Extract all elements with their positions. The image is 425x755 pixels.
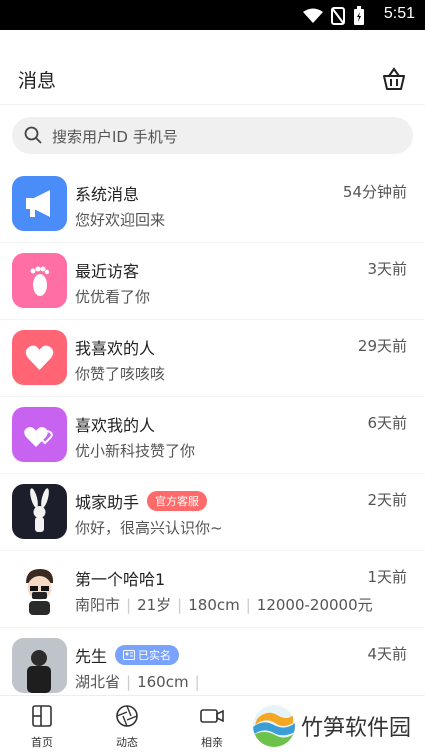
item-preview: 优优看了你 <box>75 288 151 306</box>
list-item-liked-me[interactable]: 喜欢我的人 优小新科技赞了你 6天前 <box>0 397 425 474</box>
search-icon <box>24 126 42 144</box>
message-list: 系统消息 您好欢迎回来 54分钟前 最近访客 优优看了你 3天前 我喜欢的人 你… <box>0 166 425 705</box>
detail-location: 湖北省 <box>75 673 121 691</box>
avatar <box>12 176 67 231</box>
photo-avatar <box>12 638 67 693</box>
list-item-system[interactable]: 系统消息 您好欢迎回来 54分钟前 <box>0 166 425 243</box>
header: 消息 <box>0 30 425 105</box>
item-name: 系统消息 <box>75 185 140 204</box>
no-sim-icon <box>331 7 345 25</box>
separator: | <box>177 596 183 614</box>
list-item-visitors[interactable]: 最近访客 优优看了你 3天前 <box>0 243 425 320</box>
hearts-icon <box>24 427 53 447</box>
item-name: 城家助手 官方客服 <box>75 489 208 513</box>
item-time: 3天前 <box>367 260 407 278</box>
list-item-user[interactable]: 第一个哈哈1 南阳市 | 21岁 | 180cm | 12000-20000元 1天前 <box>0 551 425 628</box>
verified-badge: 已实名 <box>115 645 180 665</box>
avatar <box>12 407 67 462</box>
detail-age: 21岁 <box>137 596 172 614</box>
id-card-icon <box>123 650 136 660</box>
aperture-icon <box>116 705 138 727</box>
heart-icon <box>25 345 54 370</box>
item-details: 南阳市 | 21岁 | 180cm | 12000-20000元 <box>75 594 373 615</box>
separator: | <box>194 673 200 691</box>
avatar <box>12 253 67 308</box>
tab-label: 相亲 <box>201 736 223 749</box>
watermark-logo-icon <box>252 705 295 747</box>
item-time: 1天前 <box>367 568 407 586</box>
footprint-icon <box>30 266 50 296</box>
item-name: 最近访客 <box>75 262 140 281</box>
video-icon <box>200 709 224 723</box>
item-time: 6天前 <box>367 414 407 432</box>
list-item-assistant[interactable]: 城家助手 官方客服 你好，很高兴认识你~ 2天前 <box>0 474 425 551</box>
home-icon <box>32 705 52 727</box>
avatar <box>12 638 67 693</box>
list-item-user[interactable]: 先生 已实名 湖北省 | 160cm | 4天前 <box>0 628 425 705</box>
bottom-tab-bar: 首页 动态 相亲 竹笋软件园 <box>0 695 425 755</box>
watermark: 竹笋软件园 <box>252 705 411 747</box>
detail-height: 180cm <box>188 596 240 614</box>
search-input[interactable]: 搜索用户ID 手机号 <box>12 117 413 154</box>
battery-icon <box>354 6 364 25</box>
detail-income: 12000-20000元 <box>256 596 373 614</box>
cartoon-boy-avatar <box>26 569 54 615</box>
item-name: 喜欢我的人 <box>75 416 156 435</box>
status-icons <box>303 6 365 26</box>
bunny-mascot-icon <box>30 488 49 532</box>
detail-height: 160cm <box>137 673 189 691</box>
status-time: 5:51 <box>383 5 415 22</box>
item-name: 先生 已实名 <box>75 643 180 667</box>
tab-label: 首页 <box>31 736 53 749</box>
list-item-i-liked[interactable]: 我喜欢的人 你赞了咳咳咳 29天前 <box>0 320 425 397</box>
item-name: 第一个哈哈1 <box>75 570 166 589</box>
item-preview: 优小新科技赞了你 <box>75 442 196 460</box>
wifi-icon <box>303 8 323 23</box>
avatar <box>12 484 67 539</box>
item-time: 29天前 <box>357 337 407 355</box>
search-placeholder: 搜索用户ID 手机号 <box>52 128 178 146</box>
item-preview: 你赞了咳咳咳 <box>75 365 166 383</box>
page-title: 消息 <box>18 70 57 92</box>
detail-location: 南阳市 <box>75 596 121 614</box>
item-time: 54分钟前 <box>342 183 407 201</box>
official-badge: 官方客服 <box>147 491 208 511</box>
item-preview: 您好欢迎回来 <box>75 211 166 229</box>
item-time: 4天前 <box>367 645 407 663</box>
item-details: 湖北省 | 160cm | <box>75 671 206 692</box>
separator: | <box>126 673 132 691</box>
tab-moments[interactable]: 动态 <box>97 704 157 750</box>
status-bar: 5:51 <box>0 0 425 30</box>
avatar <box>12 330 67 385</box>
separator: | <box>245 596 251 614</box>
basket-icon[interactable] <box>381 66 407 92</box>
tab-dating[interactable]: 相亲 <box>182 704 242 750</box>
item-time: 2天前 <box>367 491 407 509</box>
megaphone-icon <box>26 190 50 217</box>
item-preview: 你好，很高兴认识你~ <box>75 519 223 537</box>
watermark-text: 竹笋软件园 <box>300 716 411 741</box>
item-name: 我喜欢的人 <box>75 339 156 358</box>
tab-home[interactable]: 首页 <box>12 704 72 750</box>
avatar <box>12 561 67 616</box>
tab-label: 动态 <box>116 736 138 749</box>
separator: | <box>126 596 132 614</box>
